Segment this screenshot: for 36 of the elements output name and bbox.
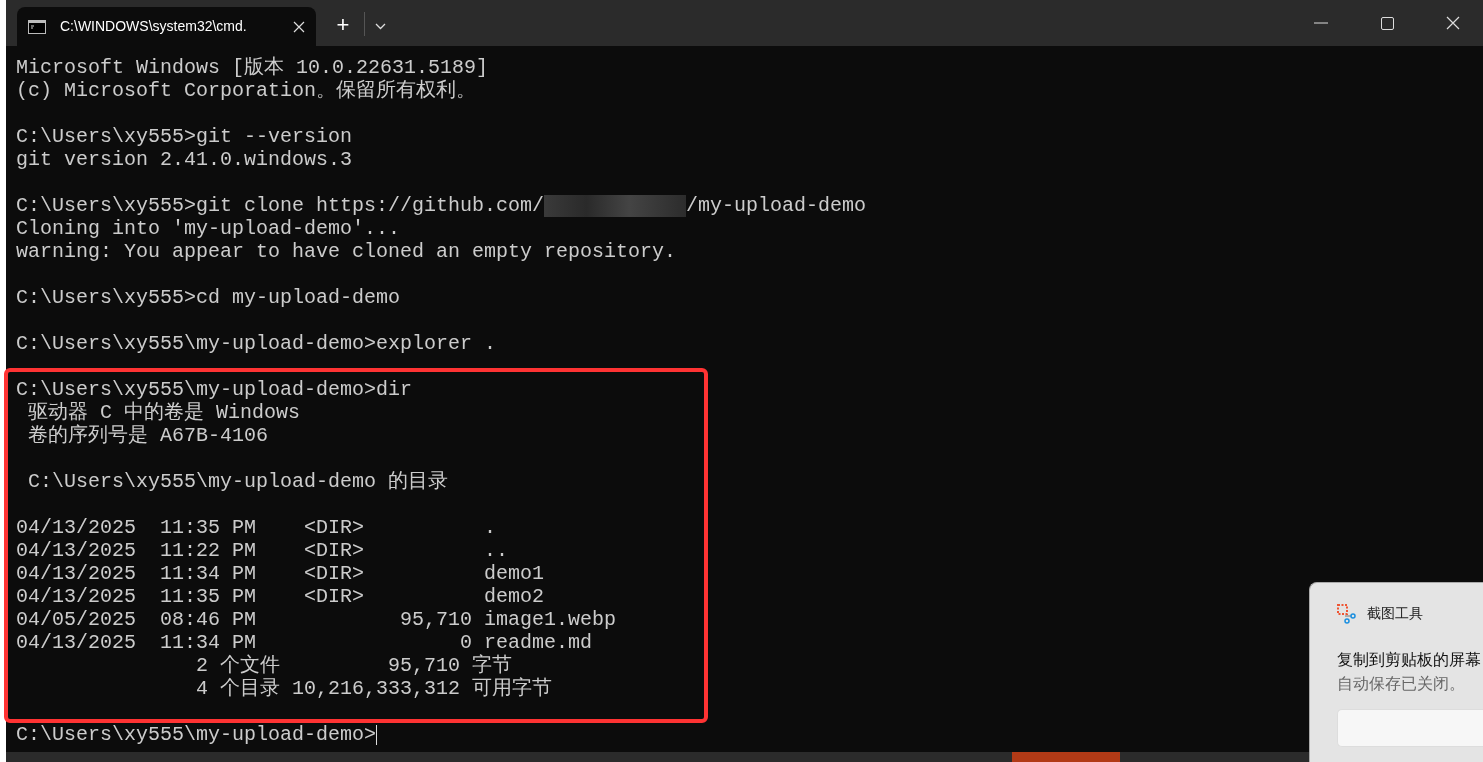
terminal-line: 4 个目录 10,216,333,312 可用字节 bbox=[195, 677, 553, 700]
notification-detail: 自动保存已关闭。 bbox=[1337, 674, 1466, 694]
terminal-line: C:\Users\xy555>cd my-upload-demo bbox=[16, 286, 401, 309]
close-icon[interactable] bbox=[1446, 16, 1460, 30]
terminal-line: 卷的序列号是 A67B-4106 bbox=[27, 424, 269, 447]
terminal-line: 04/13/2025 11:35 PM <DIR> demo2 bbox=[16, 585, 545, 608]
terminal-line: warning: You appear to have cloned an empty repository. bbox=[16, 240, 677, 263]
terminal-line: C:\Users\xy555>git --version bbox=[16, 125, 353, 148]
terminal-text: /my-upload-demo bbox=[686, 194, 867, 217]
tab-title: C:\WINDOWS\system32\cmd. bbox=[60, 17, 247, 36]
scissors-icon bbox=[1337, 603, 1357, 624]
prompt-line: C:\Users\xy555\my-upload-demo> bbox=[16, 723, 377, 746]
terminal-line: 驱动器 C 中的卷是 Windows bbox=[27, 401, 301, 424]
terminal-line: Microsoft Windows [版本 10.0.22631.5189] bbox=[16, 56, 489, 79]
notification-message: 复制到剪贴板的屏幕 bbox=[1337, 650, 1482, 670]
terminal-line: (c) Microsoft Corporation。保留所有权利。 bbox=[16, 79, 477, 102]
terminal-line: Cloning into 'my-upload-demo'... bbox=[16, 217, 401, 240]
text-cursor bbox=[376, 724, 378, 745]
app-name: 截图工具 bbox=[1367, 604, 1423, 623]
maximize-icon[interactable] bbox=[1381, 16, 1394, 30]
terminal-line: 2 个文件 95,710 字节 bbox=[195, 654, 513, 677]
terminal-line: 04/05/2025 08:46 PM 95,710 image1.webp bbox=[16, 608, 617, 631]
terminal-line: C:\Users\xy555>git clone https://github.com/ bbox=[16, 194, 545, 217]
terminal-icon bbox=[28, 19, 46, 34]
terminal-line: 04/13/2025 11:35 PM <DIR> . bbox=[16, 516, 497, 539]
chevron-down-icon[interactable] bbox=[375, 23, 386, 30]
terminal-line: C:\Users\xy555\my-upload-demo 的目录 bbox=[27, 470, 449, 493]
terminal-line: 04/13/2025 11:34 PM 0 readme.md bbox=[16, 631, 593, 654]
terminal-line: 04/13/2025 11:22 PM <DIR> .. bbox=[16, 539, 509, 562]
tab[interactable]: C:\WINDOWS\system32\cmd. bbox=[17, 7, 316, 46]
terminal-line: C:\Users\xy555\my-upload-demo>explorer . bbox=[16, 332, 497, 355]
new-tab-button[interactable]: + bbox=[328, 12, 358, 38]
terminal-line: 04/13/2025 11:34 PM <DIR> demo1 bbox=[16, 562, 545, 585]
terminal-line: git version 2.41.0.windows.3 bbox=[16, 148, 353, 171]
terminal-line: C:\Users\xy555\my-upload-demo>dir bbox=[16, 378, 413, 401]
close-icon[interactable] bbox=[293, 20, 305, 33]
